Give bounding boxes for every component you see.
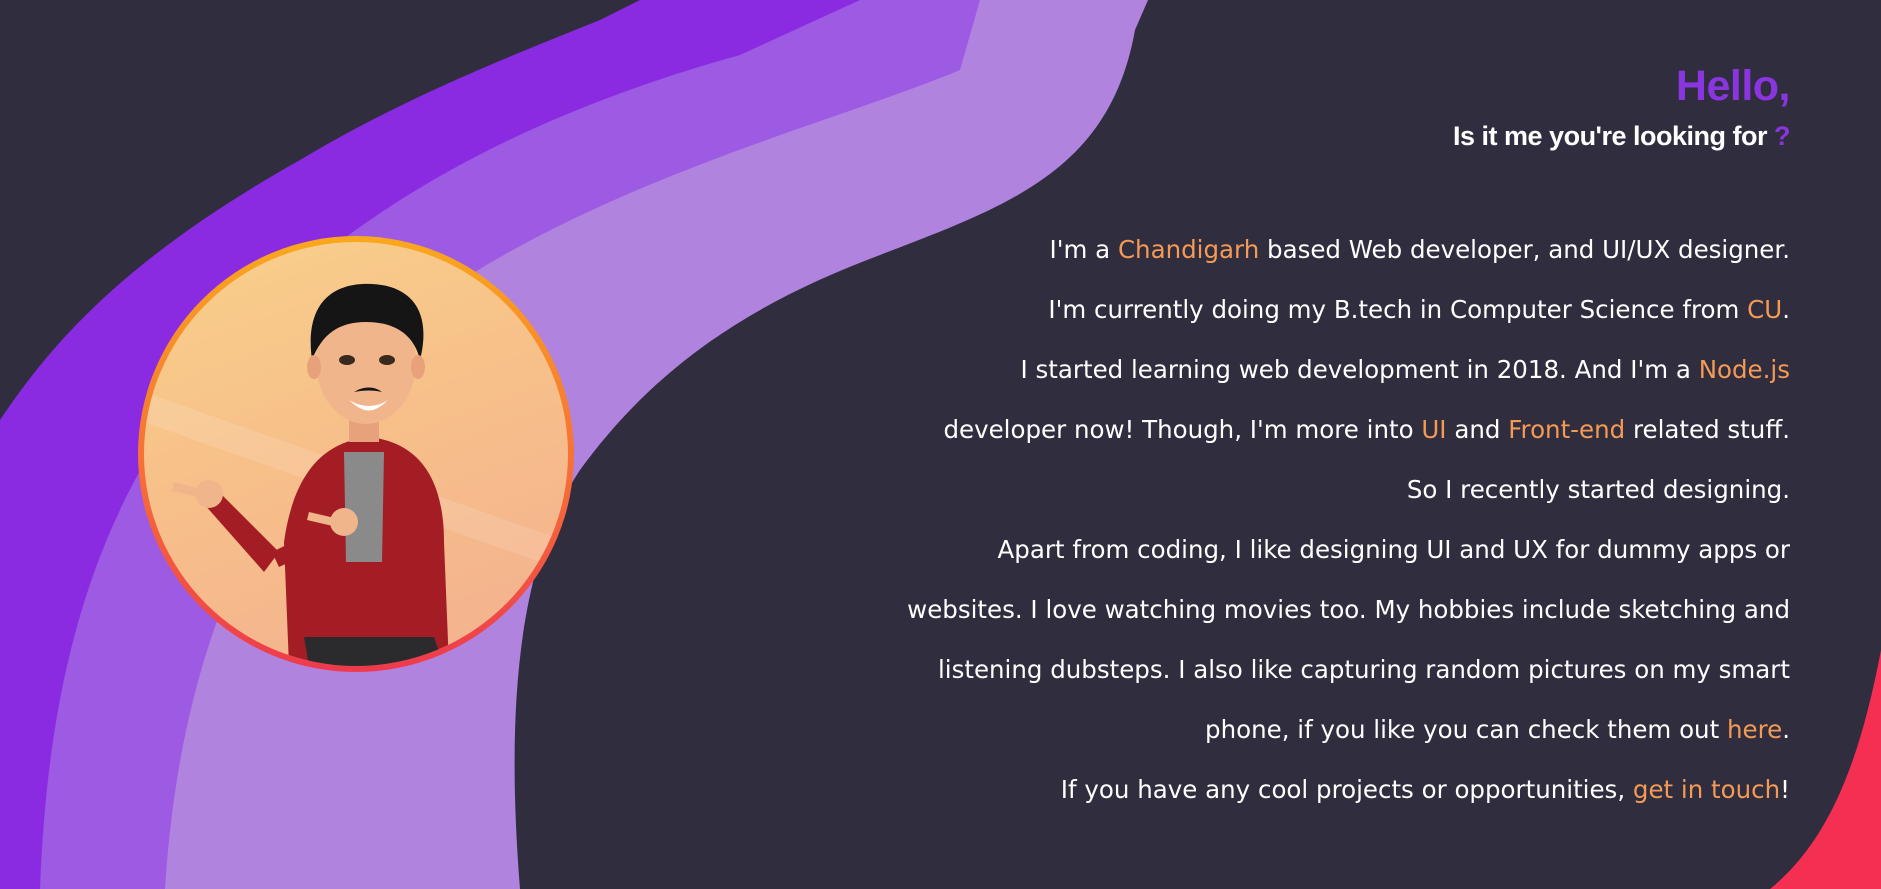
bio-text: ! [1780,775,1790,804]
avatar [144,242,568,666]
highlight-university: CU [1747,295,1783,324]
bio-text: If you have any cool projects or opportu… [1060,775,1633,804]
bio-text: I'm a [1049,235,1118,264]
bio-line: websites. I love watching movies too. My… [907,595,1790,624]
bio-text: . [1782,295,1790,324]
contact-link[interactable]: get in touch [1633,775,1780,804]
bio-line: Apart from coding, I like designing UI a… [997,535,1790,564]
greeting-heading: Hello, [1675,62,1791,110]
bio-text: related stuff. [1625,415,1790,444]
highlight-nodejs: Node.js [1698,355,1790,384]
bio-line: So I recently started designing. [1406,475,1790,504]
question-mark: ? [1774,121,1791,151]
avatar-frame [138,236,574,672]
bio-text: phone, if you like you can check them ou… [1205,715,1727,744]
bio-paragraph: I'm a Chandigarh based Web developer, an… [790,220,1790,820]
bio-text: I'm currently doing my B.tech in Compute… [1048,295,1748,324]
bio-line: I'm a Chandigarh based Web developer, an… [790,220,1790,280]
bio-line: If you have any cool projects or opportu… [790,760,1790,820]
highlight-city: Chandigarh [1117,235,1260,264]
cartoon-avatar-icon [144,283,568,666]
bio-line: developer now! Though, I'm more into UI … [790,400,1790,460]
bio-text: developer now! Though, I'm more into [943,415,1422,444]
bio-line: I'm currently doing my B.tech in Compute… [790,280,1790,340]
bio-text: and [1446,415,1509,444]
bio-text: I started learning web development in 20… [1020,355,1699,384]
highlight-front-end: Front-end [1508,415,1626,444]
subtitle-text: Is it me you're looking for [1453,121,1767,151]
bio-text: based Web developer, and UI/UX designer. [1259,235,1790,264]
bio-line: I started learning web development in 20… [790,340,1791,400]
highlight-ui: UI [1421,415,1447,444]
bio-text: . [1782,715,1790,744]
bio-line: phone, if you like you can check them ou… [790,700,1790,760]
bio-line: listening dubsteps. I also like capturin… [937,655,1790,684]
photos-link[interactable]: here [1727,715,1782,744]
subtitle: Is it me you're looking for ? [790,116,1790,156]
about-section: Hello, Is it me you're looking for ? I'm… [790,56,1790,820]
